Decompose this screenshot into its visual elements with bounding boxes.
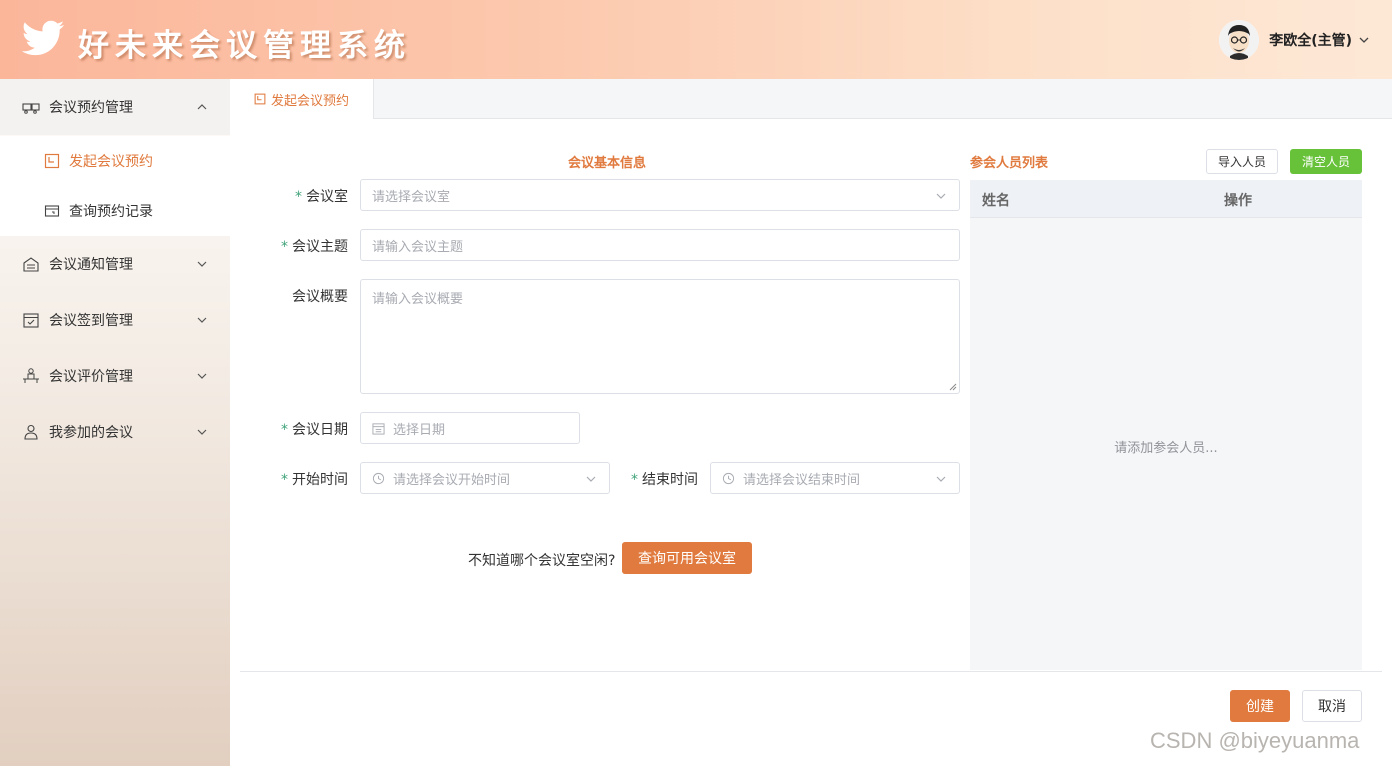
- sidebar-group-label: 会议通知管理: [49, 257, 133, 273]
- room-select[interactable]: 请选择会议室: [360, 179, 960, 211]
- chevron-down-icon: [586, 476, 596, 482]
- date-label: * 会议日期: [281, 422, 348, 438]
- date-picker-placeholder: 选择日期: [393, 422, 446, 438]
- sidebar-group-label: 会议预约管理: [49, 100, 133, 116]
- sidebar-group-my-meetings[interactable]: 我参加的会议: [0, 404, 230, 460]
- subject-input-placeholder: 请输入会议主题: [372, 239, 464, 255]
- start-time-placeholder: 请选择会议开始时间: [393, 472, 511, 488]
- sidebar-group-label: 会议签到管理: [49, 313, 133, 329]
- sidebar-group-notice[interactable]: 会议通知管理: [0, 236, 230, 292]
- start-time-select[interactable]: 请选择会议开始时间: [360, 462, 610, 494]
- chevron-up-icon: [197, 104, 207, 110]
- subject-input[interactable]: 请输入会议主题: [360, 229, 960, 261]
- sidebar-item-booking-records[interactable]: 查询预约记录: [0, 186, 230, 236]
- calendar-icon: [44, 153, 60, 169]
- review-icon: [23, 368, 39, 383]
- chevron-down-icon: [936, 476, 946, 482]
- avatar[interactable]: [1219, 20, 1260, 60]
- sidebar-group-checkin[interactable]: 会议签到管理: [0, 292, 230, 348]
- sidebar-group-booking[interactable]: 会议预约管理: [0, 79, 230, 135]
- chevron-down-icon: [936, 193, 946, 199]
- attendee-empty-text: 请添加参会人员...: [1114, 441, 1218, 456]
- start-time-label: * 开始时间: [281, 472, 348, 488]
- column-header-actions: 操作: [1224, 193, 1252, 209]
- room-label: * 会议室: [295, 189, 348, 205]
- calendar-icon: [254, 93, 266, 105]
- summary-label: 会议概要: [292, 289, 348, 305]
- chevron-down-icon: [197, 317, 207, 323]
- avatar-face-icon: [1219, 20, 1260, 60]
- sidebar-group-review[interactable]: 会议评价管理: [0, 348, 230, 404]
- chevron-down-icon: [197, 429, 207, 435]
- sidebar-item-new-booking[interactable]: 发起会议预约: [0, 136, 230, 186]
- resize-handle-icon[interactable]: [949, 383, 957, 391]
- chevron-down-icon: [197, 373, 207, 379]
- end-time-label: * 结束时间: [631, 472, 698, 488]
- user-menu[interactable]: 李欧全(主管): [1219, 20, 1370, 60]
- record-icon: [44, 205, 60, 217]
- section-title-basic-info: 会议基本信息: [568, 156, 647, 171]
- attendees-title: 参会人员列表: [970, 156, 1049, 171]
- end-time-placeholder: 请选择会议结束时间: [743, 472, 861, 488]
- attendee-table: 姓名 操作 请添加参会人员...: [970, 180, 1362, 670]
- query-rooms-button[interactable]: 查询可用会议室: [622, 542, 752, 574]
- bird-logo-icon: [21, 20, 65, 56]
- clock-icon: [372, 472, 385, 484]
- required-mark: *: [281, 422, 288, 438]
- clear-attendees-button[interactable]: 清空人员: [1290, 149, 1362, 174]
- chevron-down-icon: [197, 261, 207, 267]
- required-mark: *: [281, 239, 288, 255]
- required-mark: *: [281, 472, 288, 488]
- sidebar-item-label: 查询预约记录: [69, 204, 153, 220]
- tab-label: 发起会议预约: [270, 93, 349, 109]
- subject-label: * 会议主题: [281, 239, 348, 255]
- meeting-room-icon: [22, 103, 40, 114]
- room-hint-text: 不知道哪个会议室空闲?: [468, 553, 616, 569]
- clock-icon: [722, 472, 735, 484]
- summary-textarea[interactable]: 请输入会议概要: [360, 279, 960, 394]
- calendar-icon: [372, 422, 385, 435]
- import-attendees-button[interactable]: 导入人员: [1206, 149, 1278, 174]
- attendee-table-header: 姓名 操作: [970, 180, 1362, 218]
- checkin-icon: [23, 313, 39, 328]
- sidebar-item-label: 发起会议预约: [69, 154, 153, 170]
- summary-placeholder: 请输入会议概要: [372, 292, 464, 307]
- cancel-button[interactable]: 取消: [1302, 690, 1362, 722]
- required-mark: *: [295, 189, 302, 205]
- tab-new-booking[interactable]: 发起会议预约: [230, 79, 374, 119]
- end-time-select[interactable]: 请选择会议结束时间: [710, 462, 960, 494]
- chevron-down-icon: [1359, 37, 1369, 43]
- user-name: 李欧全(主管): [1269, 33, 1352, 49]
- notice-icon: [23, 257, 39, 272]
- person-icon: [24, 424, 38, 440]
- sidebar-group-label: 我参加的会议: [49, 425, 133, 441]
- date-picker[interactable]: 选择日期: [360, 412, 580, 444]
- watermark: CSDN @biyeyuanma: [1150, 728, 1360, 753]
- sidebar-submenu: 发起会议预约 查询预约记录: [0, 136, 230, 236]
- sidebar: 会议预约管理 发起会议预约 查询预约记录 会议通知管理 会议签到管理 会议评价管…: [0, 79, 230, 766]
- app-header: 好未来会议管理系统 李欧全(主管): [0, 0, 1392, 79]
- footer-divider: [240, 671, 1382, 672]
- sidebar-group-label: 会议评价管理: [49, 369, 133, 385]
- app-title: 好未来会议管理系统: [78, 28, 411, 64]
- column-header-name: 姓名: [982, 193, 1010, 209]
- room-select-placeholder: 请选择会议室: [372, 189, 451, 205]
- tab-bar: 发起会议预约: [230, 79, 1392, 119]
- create-button[interactable]: 创建: [1230, 690, 1290, 722]
- required-mark: *: [631, 472, 638, 488]
